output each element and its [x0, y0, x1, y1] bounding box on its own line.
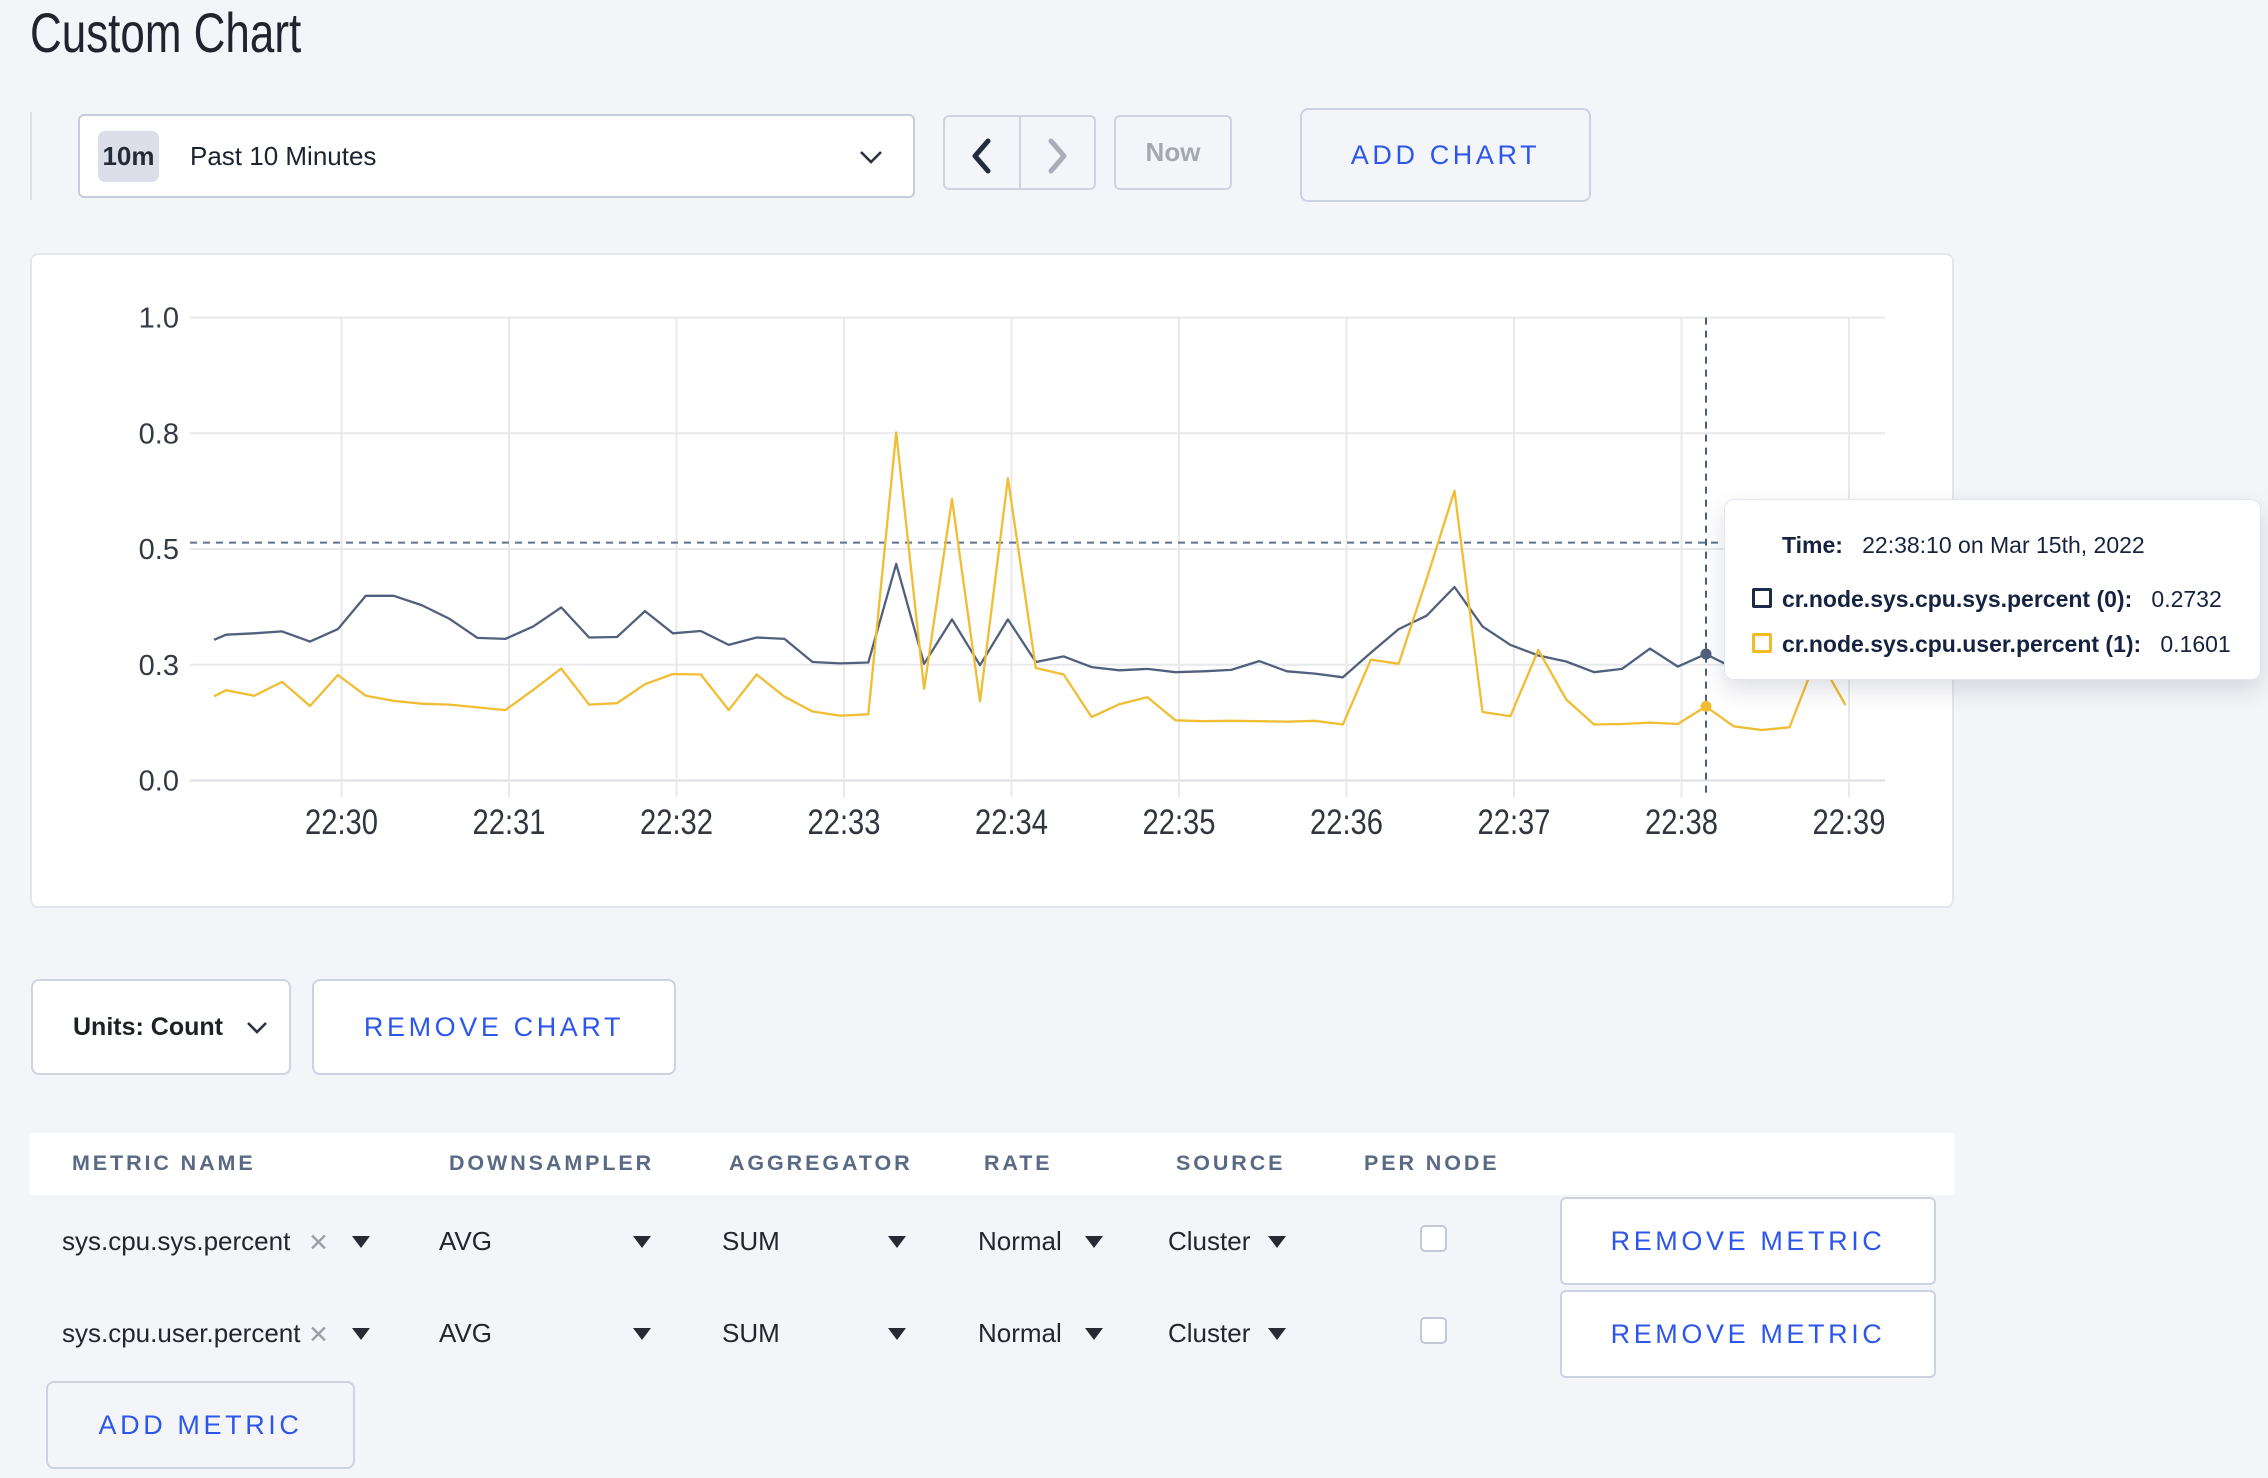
svg-text:22:33: 22:33: [808, 803, 881, 842]
svg-text:22:35: 22:35: [1143, 803, 1216, 842]
svg-text:0.0: 0.0: [139, 766, 179, 798]
svg-text:22:34: 22:34: [975, 803, 1048, 842]
svg-text:0.3: 0.3: [139, 650, 179, 682]
svg-text:22:38: 22:38: [1645, 803, 1718, 842]
svg-text:22:36: 22:36: [1310, 803, 1383, 842]
svg-text:22:30: 22:30: [305, 803, 378, 842]
svg-text:22:37: 22:37: [1478, 803, 1551, 842]
svg-text:0.5: 0.5: [139, 534, 179, 566]
svg-text:1.0: 1.0: [139, 303, 179, 335]
svg-text:22:31: 22:31: [473, 803, 546, 842]
svg-text:22:39: 22:39: [1813, 803, 1886, 842]
svg-text:22:32: 22:32: [640, 803, 713, 842]
svg-text:0.8: 0.8: [139, 418, 179, 450]
